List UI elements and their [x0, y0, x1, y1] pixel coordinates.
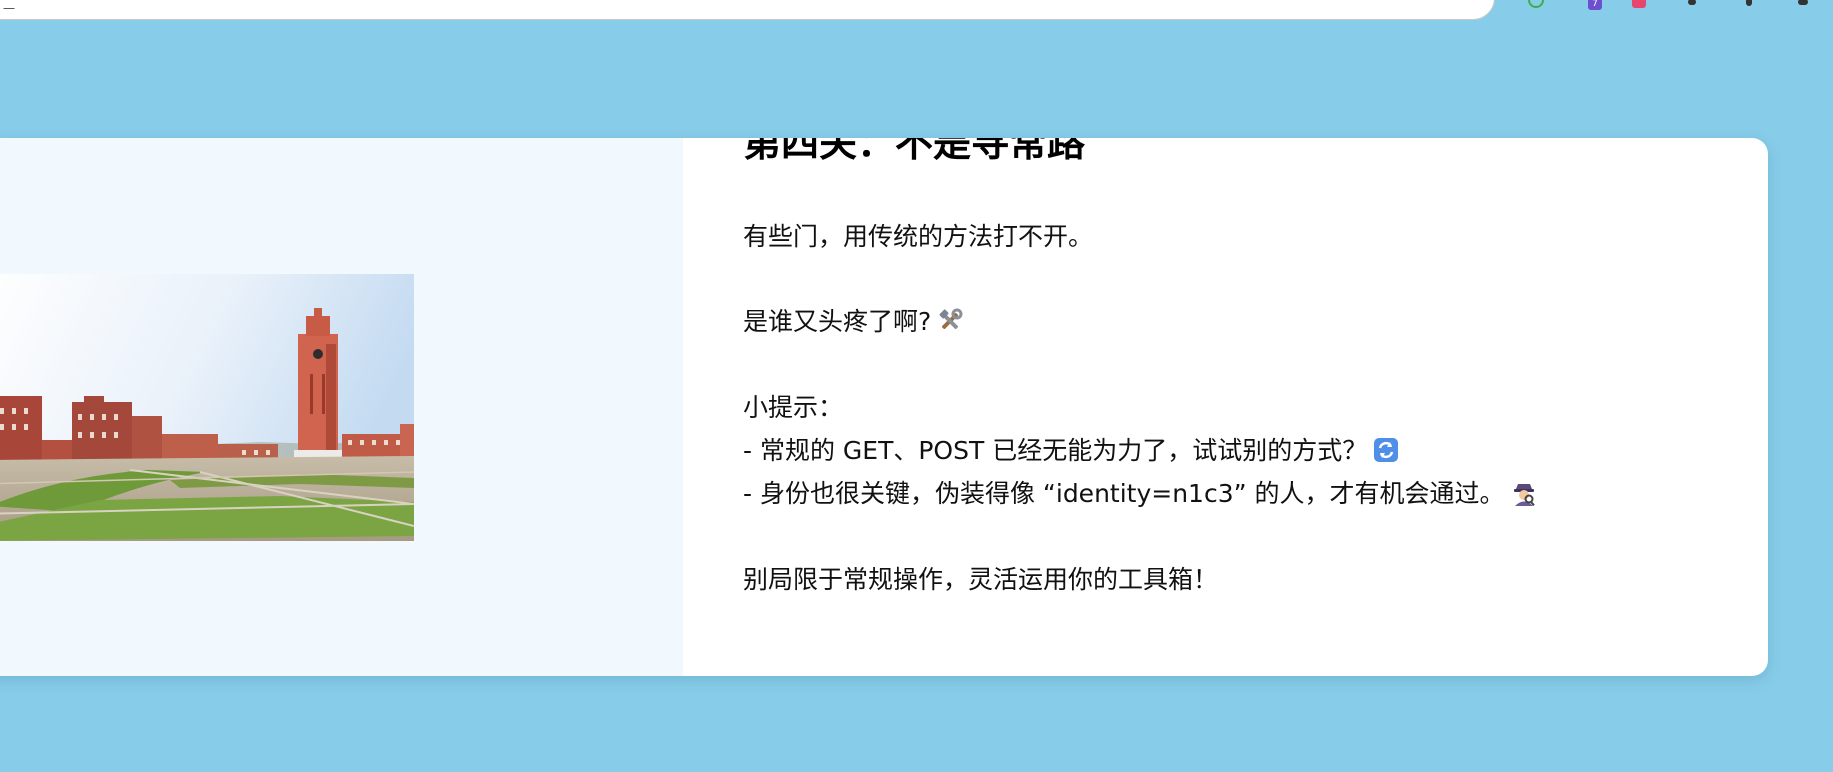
challenge-card: 第四关：不是寻常路 有些门，用传统的方法打不开。 是谁又头疼了啊? 小提示： -…	[0, 138, 1768, 676]
extension-badge-icon[interactable]: 7	[1588, 0, 1602, 10]
hint-item-1: - 常规的 GET、POST 已经无能为力了，试试别的方式？	[743, 434, 1399, 468]
question-text: 是谁又头疼了啊?	[743, 305, 963, 339]
address-bar[interactable]: 一 ⇣	[0, 0, 1495, 20]
hint-item-2: - 身份也很关键，伪装得像 “identity=n1c3” 的人，才有机会通过。	[743, 477, 1537, 511]
extension-puzzle-icon[interactable]	[1688, 0, 1696, 5]
address-text: 一	[3, 2, 16, 16]
campus-photo	[0, 274, 414, 541]
page-title: 第四关：不是寻常路	[743, 138, 1086, 165]
extension-pink-icon[interactable]	[1632, 0, 1646, 8]
menu-icon[interactable]	[1798, 0, 1808, 5]
tools-icon	[939, 308, 963, 330]
image-panel	[0, 138, 683, 676]
intro-text: 有些门，用传统的方法打不开。	[743, 222, 1094, 251]
challenge-content: 第四关：不是寻常路 有些门，用传统的方法打不开。 是谁又头疼了啊? 小提示： -…	[743, 138, 1703, 676]
hint-label: 小提示：	[743, 393, 844, 422]
detective-icon	[1513, 484, 1535, 506]
repeat-icon	[1374, 438, 1399, 462]
outro-text: 别局限于常规操作，灵活运用你的工具箱！	[743, 565, 1219, 594]
browser-toolbar: 一 ⇣ 7	[0, 0, 1833, 22]
translate-icon[interactable]: ⇣	[1443, 0, 1456, 4]
extension-green-icon[interactable]	[1528, 0, 1544, 8]
download-icon[interactable]	[1746, 0, 1752, 6]
